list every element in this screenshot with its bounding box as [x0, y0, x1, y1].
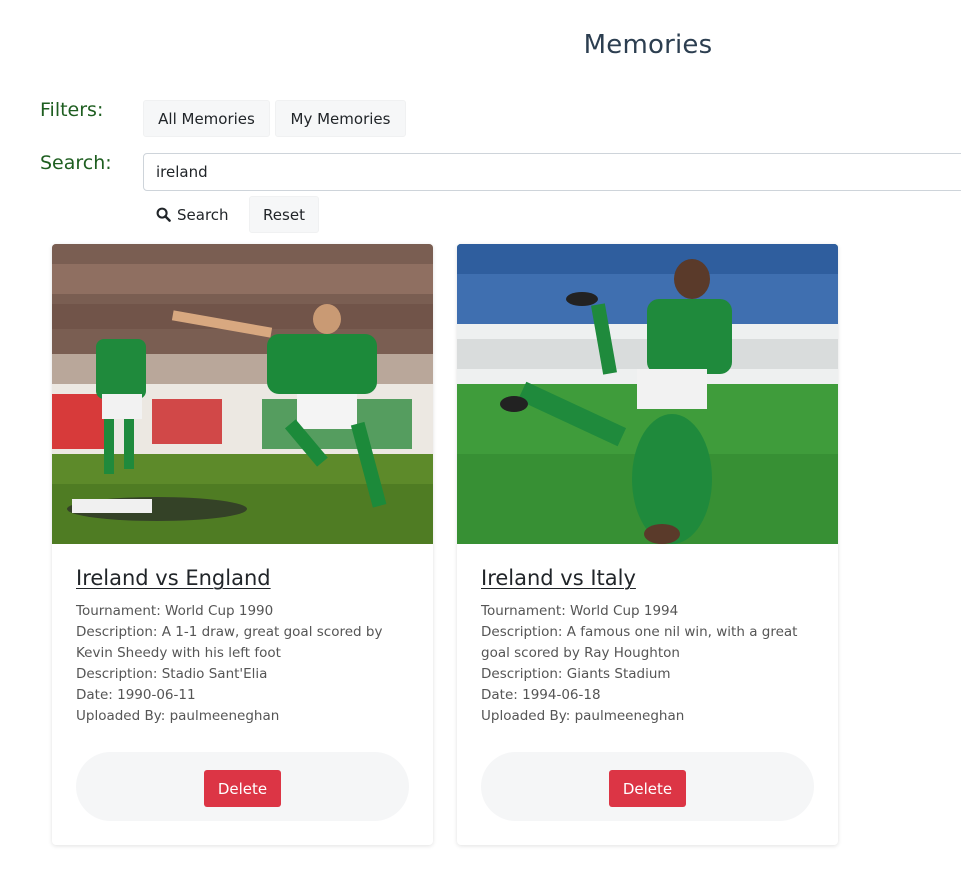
filters-label: Filters:	[40, 99, 104, 121]
memory-photo	[52, 244, 433, 544]
memory-date: Date: 1990-06-11	[76, 687, 196, 703]
search-button[interactable]: Search	[148, 196, 237, 233]
reset-button[interactable]: Reset	[249, 196, 319, 233]
memory-description: Description: A famous one nil win, with …	[481, 624, 798, 661]
card-footer: Delete	[481, 752, 814, 821]
memory-venue: Description: Giants Stadium	[481, 666, 671, 682]
search-input[interactable]	[143, 153, 961, 191]
memory-date: Date: 1994-06-18	[481, 687, 601, 703]
memory-details: Tournament: World Cup 1994 Description: …	[481, 601, 811, 727]
memory-title-link[interactable]: Ireland vs Italy	[481, 566, 636, 590]
memories-page: Memories Filters: All Memories My Memori…	[0, 0, 961, 872]
delete-button[interactable]: Delete	[609, 770, 686, 807]
my-memories-button[interactable]: My Memories	[275, 100, 406, 137]
memory-details: Tournament: World Cup 1990 Description: …	[76, 601, 406, 727]
search-label: Search:	[40, 152, 112, 174]
memory-card: Ireland vs England Tournament: World Cup…	[52, 244, 433, 845]
delete-button[interactable]: Delete	[204, 770, 281, 807]
search-icon	[156, 207, 171, 222]
memory-uploader: Uploaded By: paulmeeneghan	[481, 708, 685, 724]
search-button-label: Search	[177, 205, 229, 224]
all-memories-button[interactable]: All Memories	[143, 100, 270, 137]
memory-venue: Description: Stadio Sant'Elia	[76, 666, 268, 682]
memory-card: Ireland vs Italy Tournament: World Cup 1…	[457, 244, 838, 845]
card-footer: Delete	[76, 752, 409, 821]
memory-tournament: Tournament: World Cup 1990	[76, 603, 274, 619]
memory-description: Description: A 1-1 draw, great goal scor…	[76, 624, 383, 661]
page-title: Memories	[583, 30, 713, 60]
memory-photo	[457, 244, 838, 544]
memory-uploader: Uploaded By: paulmeeneghan	[76, 708, 280, 724]
memory-title-link[interactable]: Ireland vs England	[76, 566, 271, 590]
memory-tournament: Tournament: World Cup 1994	[481, 603, 679, 619]
